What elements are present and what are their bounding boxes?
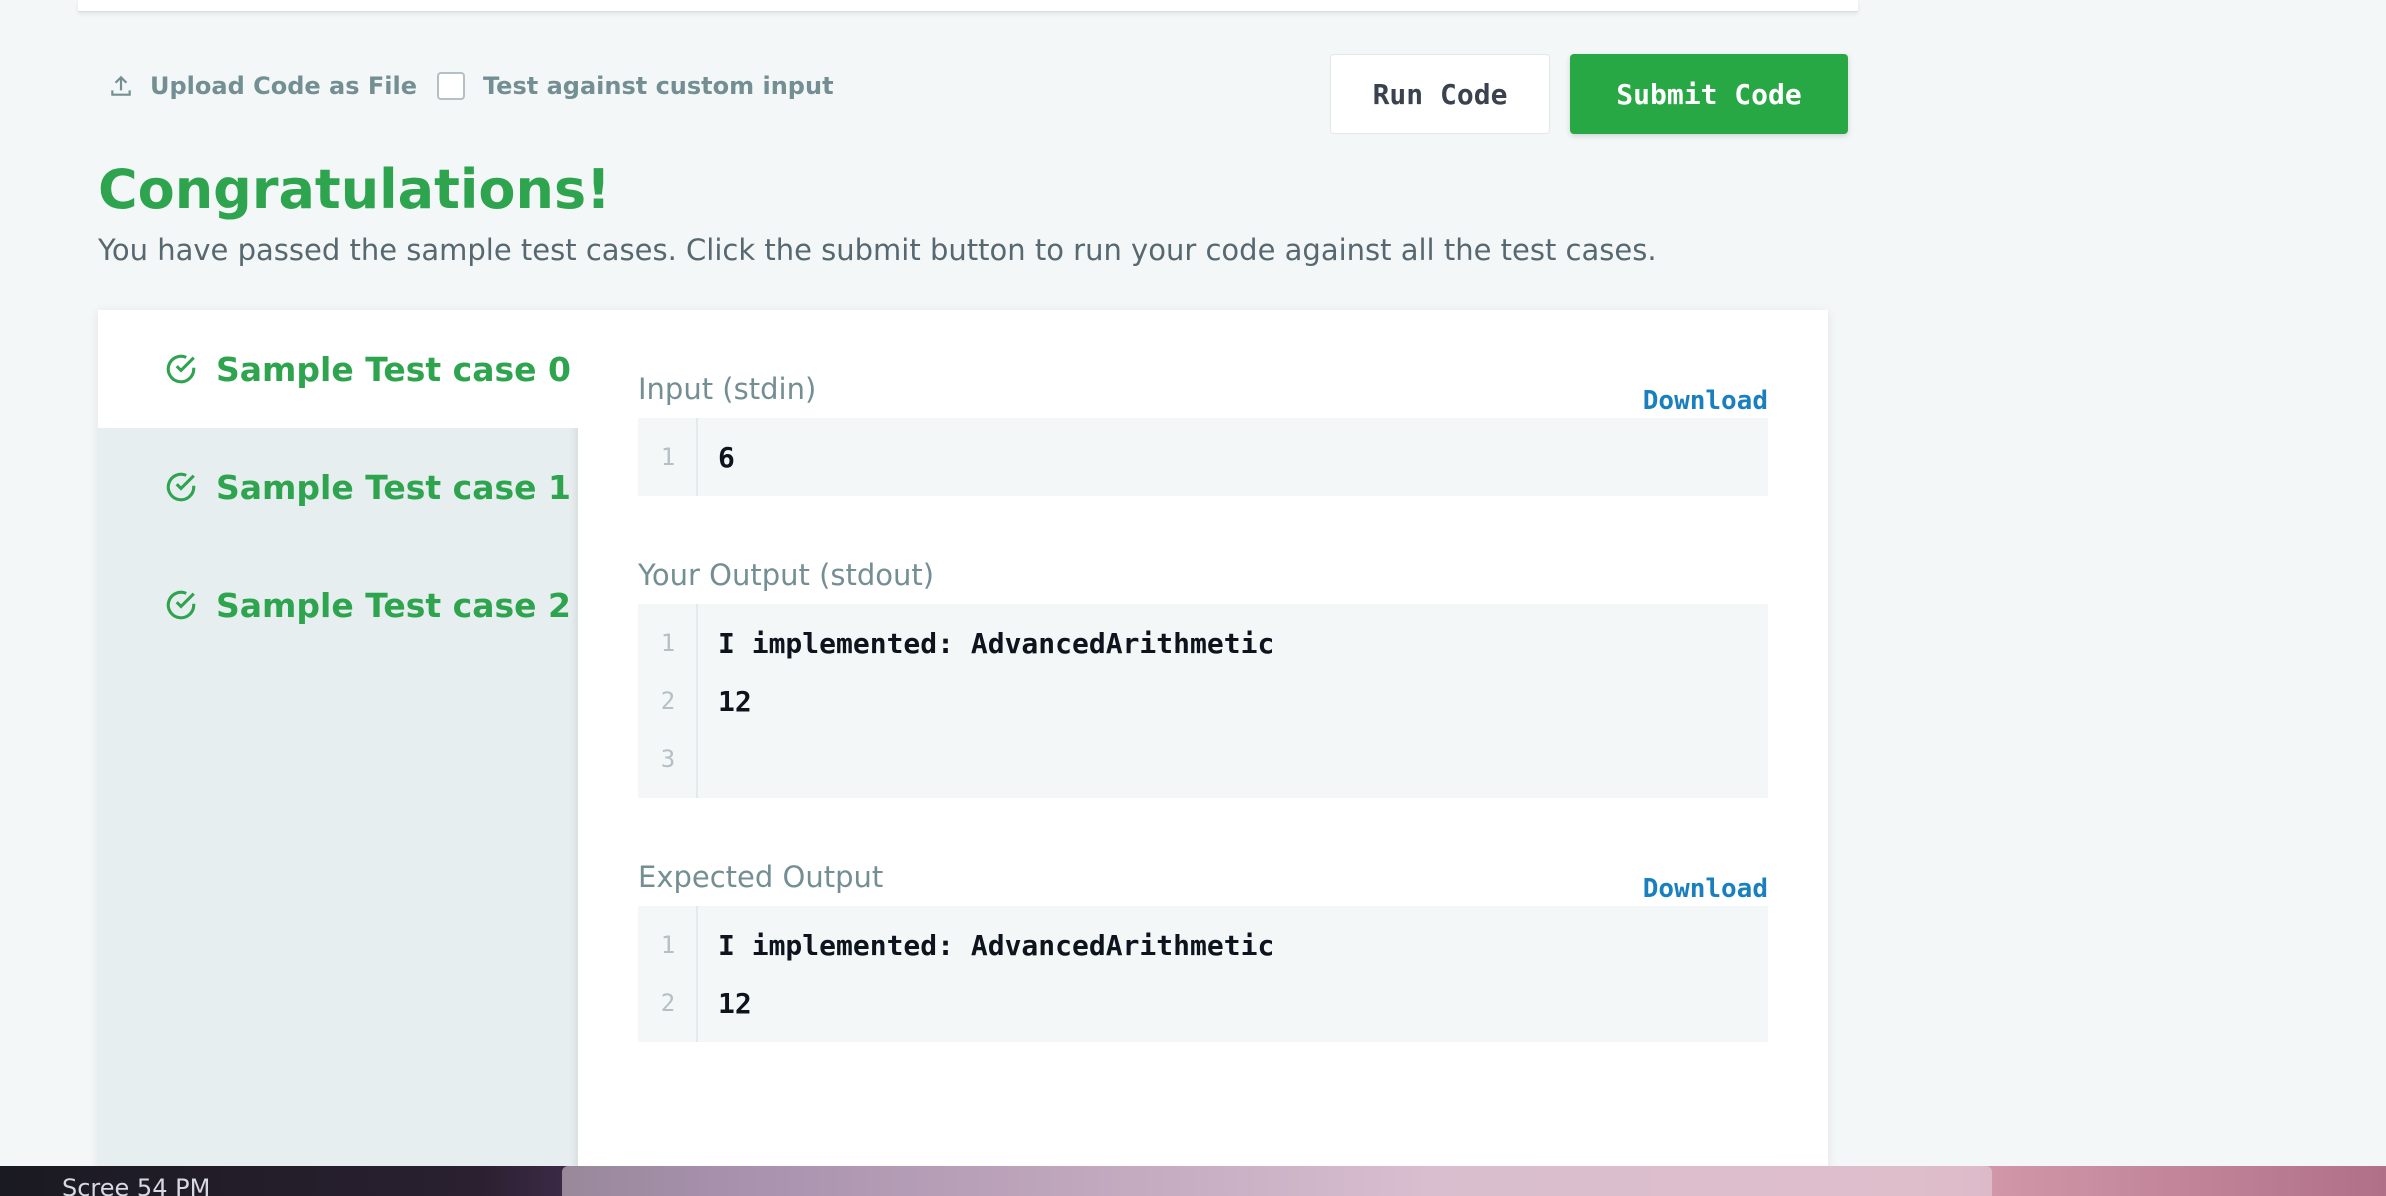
upload-icon — [111, 75, 131, 96]
line-number: 1 — [660, 931, 676, 959]
expected-output-download-link[interactable]: Download — [1643, 874, 1768, 904]
submit-code-button[interactable]: Submit Code — [1570, 54, 1848, 134]
line-number: 1 — [660, 443, 676, 471]
line-number: 2 — [660, 989, 676, 1017]
input-download-link[interactable]: Download — [1643, 386, 1768, 416]
test-results-panel: Sample Test case 0 Sample Test case 1 Sa… — [98, 310, 1828, 1196]
custom-input-checkbox[interactable] — [437, 72, 465, 100]
check-circle-icon — [166, 472, 196, 502]
input-section-label: Input (stdin) — [638, 372, 817, 406]
line-text: 6 — [718, 440, 735, 474]
line-text: I implemented: AdvancedArithmetic — [718, 928, 1275, 962]
result-description: You have passed the sample test cases. C… — [98, 233, 1657, 267]
custom-input-label: Test against custom input — [483, 72, 834, 100]
line-number: 1 — [660, 629, 676, 657]
app-dock[interactable] — [562, 1166, 1992, 1196]
code-line: 2 12 — [638, 672, 1768, 730]
test-case-tab-0[interactable]: Sample Test case 0 — [98, 310, 578, 428]
test-case-label: Sample Test case 0 — [216, 349, 571, 389]
code-line: 1 I implemented: AdvancedArithmetic — [638, 916, 1768, 974]
editor-toolbar: Upload Code as File Test against custom … — [0, 0, 1860, 140]
test-case-tab-1[interactable]: Sample Test case 1 — [98, 428, 578, 546]
input-code-block: 1 6 — [638, 418, 1768, 496]
test-case-label: Sample Test case 1 — [216, 467, 571, 507]
code-line: 1 I implemented: AdvancedArithmetic — [638, 614, 1768, 672]
upload-code-label: Upload Code as File — [150, 72, 417, 100]
line-text: I implemented: AdvancedArithmetic — [718, 626, 1275, 660]
expected-output-section-label: Expected Output — [638, 860, 884, 894]
upload-code-button[interactable]: Upload Code as File — [108, 70, 417, 102]
your-output-code-block: 1 I implemented: AdvancedArithmetic 2 12… — [638, 604, 1768, 798]
system-taskbar: Scree 54 PM — [0, 1166, 2386, 1196]
line-text: 12 — [718, 684, 752, 718]
expected-output-code-block: 1 I implemented: AdvancedArithmetic 2 12 — [638, 906, 1768, 1042]
result-title: Congratulations! — [98, 158, 611, 221]
custom-input-toggle[interactable]: Test against custom input — [437, 70, 834, 102]
line-number: 3 — [660, 745, 676, 773]
run-code-button[interactable]: Run Code — [1330, 54, 1550, 134]
code-line: 2 12 — [638, 974, 1768, 1032]
check-circle-icon — [166, 590, 196, 620]
code-line: 3 — [638, 730, 1768, 788]
code-line: 1 6 — [638, 428, 1768, 486]
test-case-tab-2[interactable]: Sample Test case 2 — [98, 546, 578, 664]
test-case-label: Sample Test case 2 — [216, 585, 571, 625]
line-number: 2 — [660, 687, 676, 715]
check-circle-icon — [166, 354, 196, 384]
taskbar-text: Scree 54 PM — [62, 1174, 211, 1196]
your-output-section-label: Your Output (stdout) — [638, 558, 935, 592]
line-text: 12 — [718, 986, 752, 1020]
test-case-list: Sample Test case 0 Sample Test case 1 Sa… — [98, 310, 578, 1196]
